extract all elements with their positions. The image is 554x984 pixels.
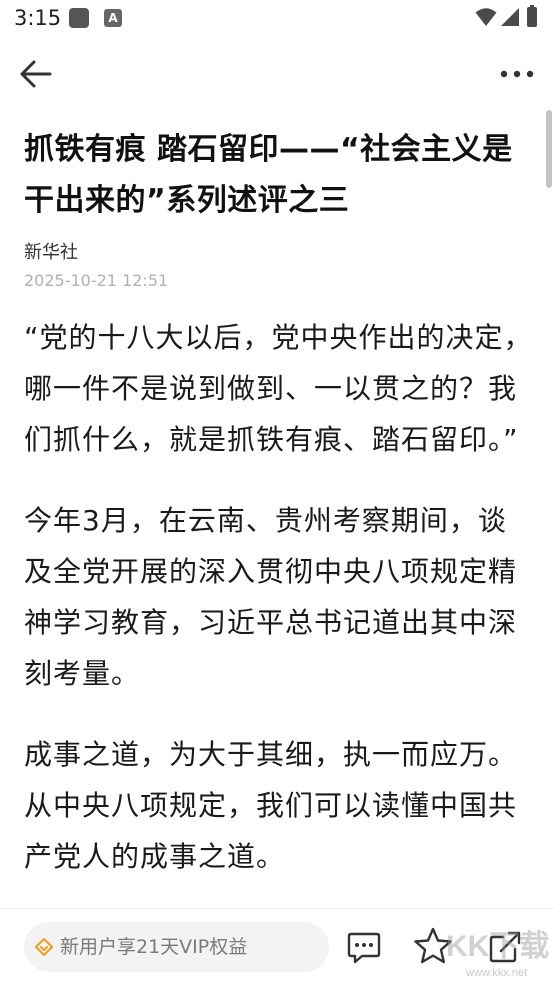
article-content: 抓铁有痕 踏石留印——“社会主义是干出来的”系列述评之三 新华社 2025-10…: [24, 124, 534, 912]
battery-icon: [527, 5, 537, 27]
back-button[interactable]: [14, 52, 58, 96]
article-body: “党的十八大以后，党中央作出的决定，哪一件不是说到做到、一以贯之的？我们抓什么，…: [24, 312, 534, 882]
favorite-button[interactable]: [412, 925, 454, 967]
share-icon: [489, 931, 521, 963]
bottom-action-bar: 新用户享21天VIP权益 KK下载 www.kkx.net: [0, 908, 554, 984]
more-options-button[interactable]: [494, 52, 540, 96]
article-screen: 3:15 A 抓铁有痕 踏石留印——“社会主义是干出来的”系列述评之三 新华社 …: [0, 0, 554, 984]
vip-promo-label: 新用户享21天VIP权益: [60, 936, 248, 958]
app-badge-icon: A: [104, 9, 122, 27]
watermark-url: www.kkx.net: [466, 967, 528, 979]
vip-diamond-icon: [34, 937, 54, 961]
app-notification-icon: [69, 8, 89, 28]
article-paragraph: “党的十八大以后，党中央作出的决定，哪一件不是说到做到、一以贯之的？我们抓什么，…: [24, 321, 533, 456]
wifi-icon: [475, 7, 497, 31]
article-title: 抓铁有痕 踏石留印——“社会主义是干出来的”系列述评之三: [24, 132, 513, 218]
comment-icon: [347, 932, 381, 964]
article-datetime: 2025-10-21 12:51: [24, 271, 169, 290]
star-icon: [414, 927, 452, 964]
vip-promo-button[interactable]: 新用户享21天VIP权益: [24, 922, 329, 972]
share-button[interactable]: [485, 927, 525, 967]
more-dots-icon: [500, 70, 534, 78]
article-source[interactable]: 新华社: [24, 240, 534, 266]
status-bar: 3:15 A: [0, 0, 554, 38]
signal-icon: [500, 7, 520, 31]
article-paragraph: 成事之道，为大于其细，执一而应万。从中央八项规定，我们可以读懂中国共产党人的成事…: [24, 738, 518, 873]
arrow-left-icon: [20, 60, 52, 88]
status-time: 3:15: [14, 6, 62, 30]
article-paragraph: 今年3月，在云南、贵州考察期间，谈及全党开展的深入贯彻中央八项规定精神学习教育，…: [24, 504, 518, 690]
comment-button[interactable]: [344, 927, 384, 967]
scrollbar-thumb[interactable]: [546, 110, 552, 188]
